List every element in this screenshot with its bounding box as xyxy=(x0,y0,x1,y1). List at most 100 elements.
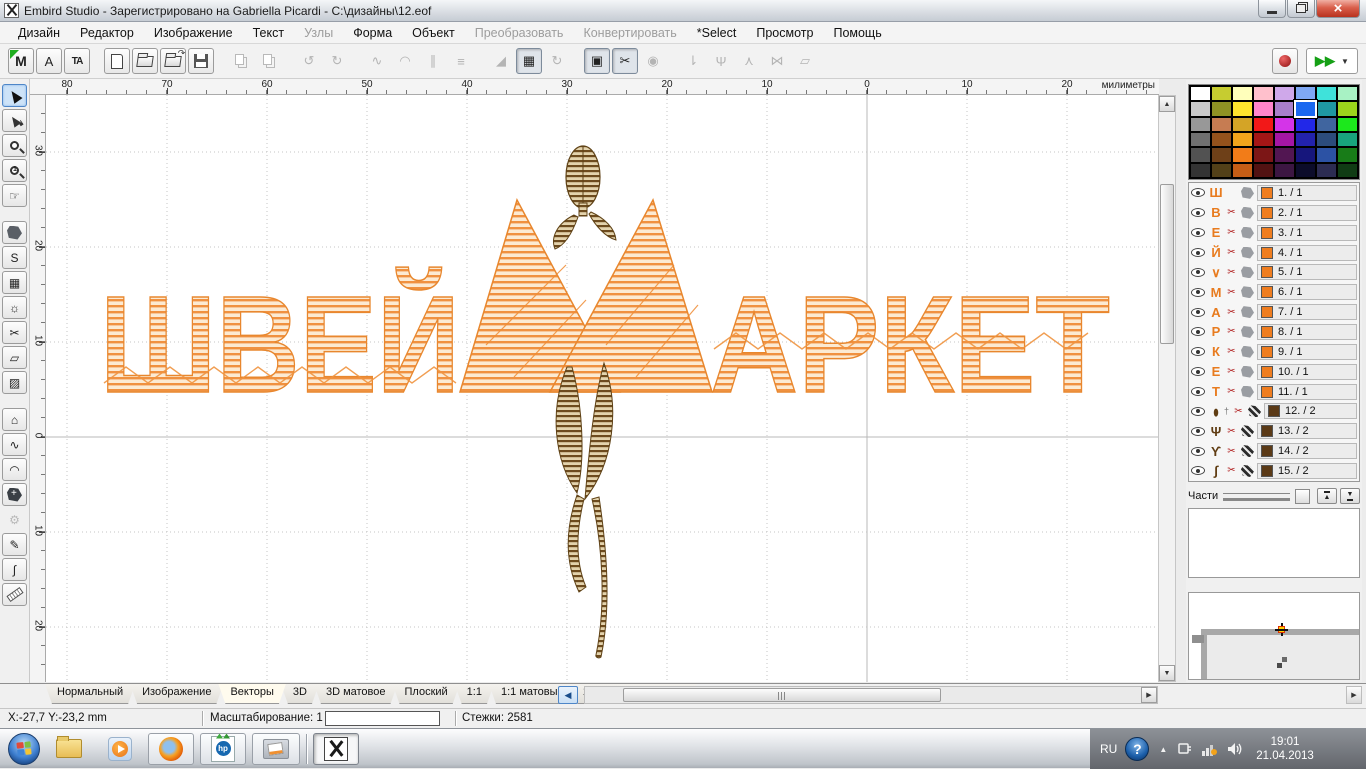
menu-item-6[interactable]: Объект xyxy=(402,24,465,42)
visibility-eye-icon[interactable] xyxy=(1191,327,1205,336)
cut-tool[interactable]: ✂ xyxy=(2,321,27,344)
object-list-item[interactable]: Е✂10. / 1 xyxy=(1189,362,1359,382)
menu-item-5[interactable]: Форма xyxy=(343,24,402,42)
color-swatch-5-1[interactable] xyxy=(1212,164,1231,177)
pen-tool[interactable]: ✎ xyxy=(2,533,27,556)
menu-item-0[interactable]: Дизайн xyxy=(8,24,70,42)
visibility-eye-icon[interactable] xyxy=(1191,308,1205,317)
object-list-item[interactable]: ϒ✂14. / 2 xyxy=(1189,441,1359,461)
color-swatch-0-4[interactable] xyxy=(1275,87,1294,100)
object-label-cell[interactable]: 3. / 1 xyxy=(1257,225,1357,241)
zoom-one-tool[interactable] xyxy=(2,159,27,182)
parts-list[interactable] xyxy=(1188,508,1360,578)
color-swatch-1-6[interactable] xyxy=(1317,102,1336,115)
visibility-eye-icon[interactable] xyxy=(1191,288,1205,297)
pan-tool[interactable]: ☞ xyxy=(2,184,27,207)
color-swatch-1-3[interactable] xyxy=(1254,102,1273,115)
object-list-item[interactable]: Р✂8. / 1 xyxy=(1189,322,1359,342)
object-list-item[interactable]: ∫✂15. / 2 xyxy=(1189,461,1359,481)
measure-tool[interactable] xyxy=(2,583,27,606)
color-swatch-5-4[interactable] xyxy=(1275,164,1294,177)
object-label-cell[interactable]: 13. / 2 xyxy=(1257,423,1357,439)
outline-object-tool[interactable]: ☼ xyxy=(2,296,27,319)
polygon-tool[interactable]: ⌂ xyxy=(2,408,27,431)
color-swatch-2-1[interactable] xyxy=(1212,118,1231,131)
object-list-item[interactable]: А✂7. / 1 xyxy=(1189,302,1359,322)
object-list-item[interactable]: Ш1. / 1 xyxy=(1189,183,1359,203)
color-swatch-2-6[interactable] xyxy=(1317,118,1336,131)
curve-tool[interactable]: ◠ xyxy=(2,458,27,481)
object-list-item[interactable]: Ψ✂13. / 2 xyxy=(1189,421,1359,441)
color-swatch-3-1[interactable] xyxy=(1212,133,1231,146)
zoom-input[interactable] xyxy=(325,711,440,726)
sew-simulator-button[interactable]: ▶▶ ▼ xyxy=(1306,48,1358,74)
photostitch-tool[interactable]: ▦ xyxy=(2,271,27,294)
color-swatch-2-2[interactable] xyxy=(1233,118,1252,131)
object-label-cell[interactable]: 14. / 2 xyxy=(1257,443,1357,459)
manual-stitch-tool[interactable]: ∿ xyxy=(2,433,27,456)
color-swatch-4-7[interactable] xyxy=(1338,148,1357,161)
object-list-item[interactable]: Т✂11. / 1 xyxy=(1189,382,1359,402)
color-swatch-3-5[interactable] xyxy=(1296,133,1315,146)
restore-button[interactable] xyxy=(1287,0,1315,18)
close-button[interactable]: × xyxy=(1316,0,1360,18)
color-swatch-3-0[interactable] xyxy=(1191,133,1210,146)
color-swatch-5-6[interactable] xyxy=(1317,164,1336,177)
firefox-button[interactable] xyxy=(148,733,194,765)
new-design-button[interactable] xyxy=(104,48,130,74)
record-button[interactable] xyxy=(1272,48,1298,74)
visibility-eye-icon[interactable] xyxy=(1191,188,1205,197)
hidden-icons-chevron[interactable]: ▲ xyxy=(1159,745,1167,754)
photo-viewer-button[interactable] xyxy=(252,733,300,765)
color-swatch-0-6[interactable] xyxy=(1317,87,1336,100)
parts-slider[interactable] xyxy=(1223,493,1290,499)
color-swatch-3-3[interactable] xyxy=(1254,133,1273,146)
object-list-item[interactable]: Й✂4. / 1 xyxy=(1189,243,1359,263)
object-label-cell[interactable]: 6. / 1 xyxy=(1257,284,1357,300)
clock[interactable]: 19:01 21.04.2013 xyxy=(1256,735,1314,763)
stipple-tool[interactable]: ∫ xyxy=(2,558,27,581)
color-swatch-4-4[interactable] xyxy=(1275,148,1294,161)
menu-item-9[interactable]: *Select xyxy=(687,24,747,42)
hole-tool[interactable] xyxy=(2,483,27,506)
color-swatch-0-7[interactable] xyxy=(1338,87,1357,100)
color-swatch-1-2[interactable] xyxy=(1233,102,1252,115)
hp-center-button[interactable]: hp xyxy=(200,733,246,765)
object-list-item[interactable]: М✂6. / 1 xyxy=(1189,282,1359,302)
object-label-cell[interactable]: 9. / 1 xyxy=(1257,344,1357,360)
color-swatch-3-6[interactable] xyxy=(1317,133,1336,146)
media-player-button[interactable] xyxy=(98,733,142,765)
parts-color-box[interactable] xyxy=(1295,489,1310,504)
color-swatch-1-5[interactable] xyxy=(1296,102,1315,115)
color-swatch-3-2[interactable] xyxy=(1233,133,1252,146)
tab-3D[interactable]: 3D xyxy=(281,684,319,704)
visibility-eye-icon[interactable] xyxy=(1191,387,1205,396)
color-swatch-2-3[interactable] xyxy=(1254,118,1273,131)
object-label-cell[interactable]: 2. / 1 xyxy=(1257,205,1357,221)
color-swatch-2-5[interactable] xyxy=(1296,118,1315,131)
menu-item-2[interactable]: Изображение xyxy=(144,24,243,42)
object-label-cell[interactable]: 4. / 1 xyxy=(1257,245,1357,261)
visibility-eye-icon[interactable] xyxy=(1191,208,1205,217)
visibility-eye-icon[interactable] xyxy=(1191,248,1205,257)
object-label-cell[interactable]: 11. / 1 xyxy=(1257,384,1357,400)
minimize-button[interactable] xyxy=(1258,0,1286,18)
object-list-item[interactable]: Е✂3. / 1 xyxy=(1189,223,1359,243)
hoop-frame-button[interactable]: ▣ xyxy=(584,48,610,74)
save-design-button[interactable] xyxy=(188,48,214,74)
menu-item-1[interactable]: Редактор xyxy=(70,24,144,42)
start-button[interactable] xyxy=(8,733,40,765)
visibility-eye-icon[interactable] xyxy=(1191,407,1205,416)
color-swatch-0-5[interactable] xyxy=(1296,87,1315,100)
color-swatch-1-7[interactable] xyxy=(1338,102,1357,115)
tabs-scroll-left-button[interactable]: ◀ xyxy=(558,686,578,704)
vertical-scroll-thumb[interactable] xyxy=(1160,184,1174,344)
canvas-vertical-scrollbar[interactable]: ▲ ▼ xyxy=(1158,95,1176,682)
tab-3D матовое[interactable]: 3D матовое xyxy=(314,684,398,704)
visibility-eye-icon[interactable] xyxy=(1191,268,1205,277)
horizontal-scroll-thumb[interactable] xyxy=(623,688,941,702)
color-swatch-1-0[interactable] xyxy=(1191,102,1210,115)
color-swatch-1-4[interactable] xyxy=(1275,102,1294,115)
object-label-cell[interactable]: 15. / 2 xyxy=(1257,463,1357,479)
navigator-preview[interactable] xyxy=(1188,592,1360,680)
